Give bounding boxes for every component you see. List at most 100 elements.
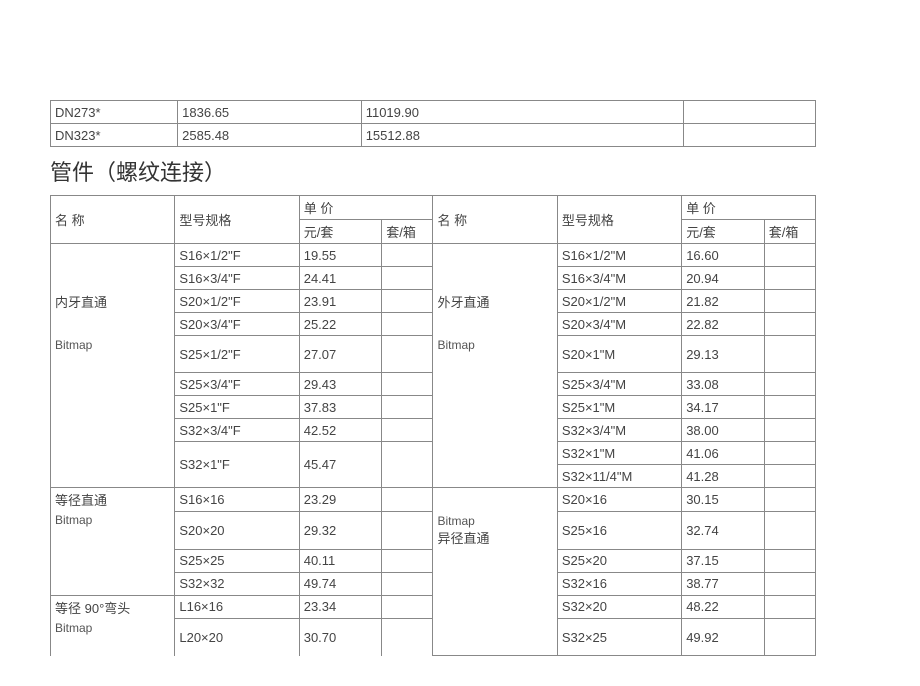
cell: S25×20 — [557, 549, 681, 572]
cell: S32×25 — [557, 619, 681, 656]
cell: S16×16 — [175, 488, 299, 512]
table-row: Bitmap S25×1/2"F 27.07 Bitmap S20×1"M 29… — [51, 336, 816, 373]
cell: 42.52 — [299, 419, 382, 442]
table-row: S25×3/4"F 29.43 S25×3/4"M 33.08 — [51, 373, 816, 396]
cell: 48.22 — [682, 595, 765, 619]
cell: 38.77 — [682, 572, 765, 595]
table-row: S16×1/2"F 19.55 S16×1/2"M 16.60 — [51, 244, 816, 267]
col-price: 单 价 — [682, 196, 816, 220]
bitmap-label: Bitmap — [51, 619, 175, 656]
cell — [764, 442, 815, 465]
col-price: 单 价 — [299, 196, 433, 220]
table-row: S32×3/4"F 42.52 S32×3/4"M 38.00 — [51, 419, 816, 442]
cell — [382, 290, 433, 313]
cell: 38.00 — [682, 419, 765, 442]
cell: 29.13 — [682, 336, 765, 373]
fittings-table: 名 称 型号规格 单 价 名 称 型号规格 单 价 元/套 套/箱 元/套 套/… — [50, 195, 816, 656]
cell — [764, 267, 815, 290]
top-price-table: DN273* 1836.65 11019.90 DN323* 2585.48 1… — [50, 100, 816, 147]
group-name-text: 异径直通 — [437, 531, 489, 546]
cell: S20×3/4"F — [175, 313, 299, 336]
cell — [382, 572, 433, 595]
table-row: Bitmap S20×20 29.32 Bitmap 异径直通 S25×16 3… — [51, 511, 816, 549]
cell: S20×16 — [557, 488, 681, 512]
cell: S32×1"M — [557, 442, 681, 465]
cell: DN273* — [51, 101, 178, 124]
cell — [764, 572, 815, 595]
col-spec: 型号规格 — [557, 196, 681, 244]
group-name: Bitmap 异径直通 — [433, 511, 557, 549]
cell: S32×3/4"F — [175, 419, 299, 442]
cell: 22.82 — [682, 313, 765, 336]
cell — [764, 290, 815, 313]
cell — [382, 419, 433, 442]
cell: 23.34 — [299, 595, 382, 619]
cell: 1836.65 — [178, 101, 362, 124]
cell: S25×1"F — [175, 396, 299, 419]
group-name: 内牙直通 — [51, 290, 175, 313]
cell — [433, 396, 557, 419]
cell: 29.32 — [299, 511, 382, 549]
cell — [51, 419, 175, 442]
cell — [764, 488, 815, 512]
cell: S25×25 — [175, 549, 299, 572]
cell — [51, 442, 175, 488]
cell — [382, 511, 433, 549]
cell — [51, 244, 175, 290]
cell: S25×16 — [557, 511, 681, 549]
table-row: 等径 90°弯头 L16×16 23.34 S32×20 48.22 — [51, 595, 816, 619]
cell — [683, 124, 815, 147]
cell — [764, 244, 815, 267]
cell: 16.60 — [682, 244, 765, 267]
cell — [764, 465, 815, 488]
cell: S32×32 — [175, 572, 299, 595]
col-price-box: 套/箱 — [764, 220, 815, 244]
section-title: 管件（螺纹连接） — [50, 147, 870, 195]
cell — [382, 442, 433, 488]
cell — [433, 595, 557, 619]
cell — [382, 373, 433, 396]
cell — [382, 488, 433, 512]
cell — [433, 442, 557, 488]
cell: 21.82 — [682, 290, 765, 313]
cell: 32.74 — [682, 511, 765, 549]
col-name: 名 称 — [433, 196, 557, 244]
cell — [51, 572, 175, 595]
table-row: S32×1"F 45.47 S32×1"M 41.06 — [51, 442, 816, 465]
cell: 30.15 — [682, 488, 765, 512]
group-name: 外牙直通 — [433, 290, 557, 313]
cell: S20×3/4"M — [557, 313, 681, 336]
cell — [683, 101, 815, 124]
table-row: Bitmap L20×20 30.70 S32×25 49.92 — [51, 619, 816, 656]
table-row: S20×3/4"F 25.22 S20×3/4"M 22.82 — [51, 313, 816, 336]
col-spec: 型号规格 — [175, 196, 299, 244]
cell: 41.28 — [682, 465, 765, 488]
cell: S25×3/4"M — [557, 373, 681, 396]
table-row: 等径直通 S16×16 23.29 S20×16 30.15 — [51, 488, 816, 512]
cell: S25×1"M — [557, 396, 681, 419]
cell — [764, 511, 815, 549]
cell: 19.55 — [299, 244, 382, 267]
cell — [382, 396, 433, 419]
cell — [382, 619, 433, 656]
cell — [382, 267, 433, 290]
bitmap-label: Bitmap — [433, 336, 557, 373]
cell — [433, 244, 557, 290]
cell: L20×20 — [175, 619, 299, 656]
cell — [51, 549, 175, 572]
col-price-unit: 元/套 — [682, 220, 765, 244]
cell: S32×1"F — [175, 442, 299, 488]
cell: 15512.88 — [361, 124, 683, 147]
cell — [382, 595, 433, 619]
cell: 20.94 — [682, 267, 765, 290]
cell: 37.83 — [299, 396, 382, 419]
cell — [382, 549, 433, 572]
cell — [764, 549, 815, 572]
cell — [764, 336, 815, 373]
cell: 49.74 — [299, 572, 382, 595]
cell: S16×1/2"F — [175, 244, 299, 267]
cell — [433, 419, 557, 442]
cell — [764, 396, 815, 419]
cell — [382, 313, 433, 336]
cell: S20×20 — [175, 511, 299, 549]
